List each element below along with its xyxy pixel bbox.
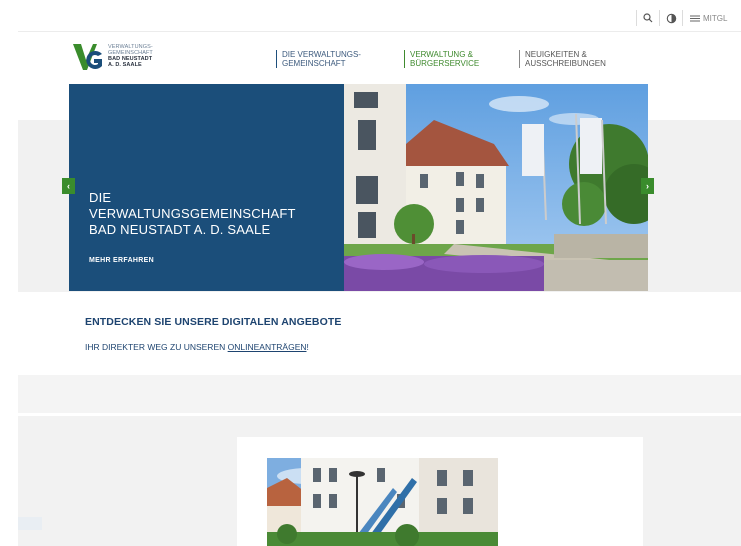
- contrast-button[interactable]: [659, 10, 682, 26]
- chevron-left-icon: ‹: [67, 181, 70, 191]
- nav-item-gemeinschaft[interactable]: DIE VERWALTUNGS- GEMEINSCHAFT: [276, 50, 361, 68]
- vg-logo-icon: [73, 44, 102, 70]
- search-button[interactable]: [636, 10, 659, 26]
- nav-label: AUSSCHREIBUNGEN: [525, 59, 606, 68]
- online-applications-link[interactable]: ONLINEANTRÄGEN: [228, 342, 307, 352]
- logo[interactable]: [72, 42, 104, 72]
- hero-panel: DIE VERWALTUNGSGEMEINSCHAFT BAD NEUSTADT…: [69, 84, 344, 291]
- divider: [18, 31, 741, 32]
- slider-prev-button[interactable]: ‹: [62, 178, 75, 194]
- hero-title: DIE VERWALTUNGSGEMEINSCHAFT BAD NEUSTADT…: [89, 190, 296, 238]
- subtitle-suffix: !: [306, 342, 309, 352]
- logo-line: A. D. SAALE: [108, 62, 142, 68]
- nav-label: BÜRGERSERVICE: [410, 59, 480, 68]
- nav-label: NEUIGKEITEN &: [525, 50, 587, 59]
- nav-label: VERWALTUNG &: [410, 50, 473, 59]
- more-info-link[interactable]: MEHR ERFAHREN: [89, 257, 154, 264]
- contrast-icon: [666, 13, 676, 23]
- hamburger-icon: [690, 15, 700, 21]
- nav-label: DIE VERWALTUNGS-: [282, 50, 361, 59]
- hero-image: [344, 84, 648, 291]
- nav-label: GEMEINSCHAFT: [282, 59, 346, 68]
- logo-text: VERWALTUNGS- GEMEINSCHAFT BAD NEUSTADT A…: [108, 44, 153, 68]
- nav-item-neuigkeiten[interactable]: NEUIGKEITEN & AUSSCHREIBUNGEN: [519, 50, 606, 68]
- utility-bar: MITGL: [0, 0, 741, 34]
- hero-title-line: BAD NEUSTADT A. D. SAALE: [89, 222, 271, 237]
- hero-title-line: VERWALTUNGSGEMEINSCHAFT: [89, 206, 296, 221]
- chat-widget[interactable]: [18, 517, 42, 530]
- divider-band: [18, 375, 741, 413]
- subtitle-text: IHR DIREKTER WEG ZU UNSEREN: [85, 342, 228, 352]
- section-subtitle: IHR DIREKTER WEG ZU UNSEREN ONLINEANTRÄG…: [85, 342, 309, 352]
- hero-title-line: DIE: [89, 190, 112, 205]
- card-image[interactable]: [267, 458, 498, 546]
- section-title: ENTDECKEN SIE UNSERE DIGITALEN ANGEBOTE: [85, 316, 342, 328]
- member-menu-label: MITGL: [703, 13, 728, 23]
- member-menu-button[interactable]: MITGL: [682, 10, 741, 26]
- slider-next-button[interactable]: ›: [641, 178, 654, 194]
- search-icon: [643, 13, 653, 23]
- nav-item-buergerservice[interactable]: VERWALTUNG & BÜRGERSERVICE: [404, 50, 479, 68]
- chevron-right-icon: ›: [646, 181, 649, 191]
